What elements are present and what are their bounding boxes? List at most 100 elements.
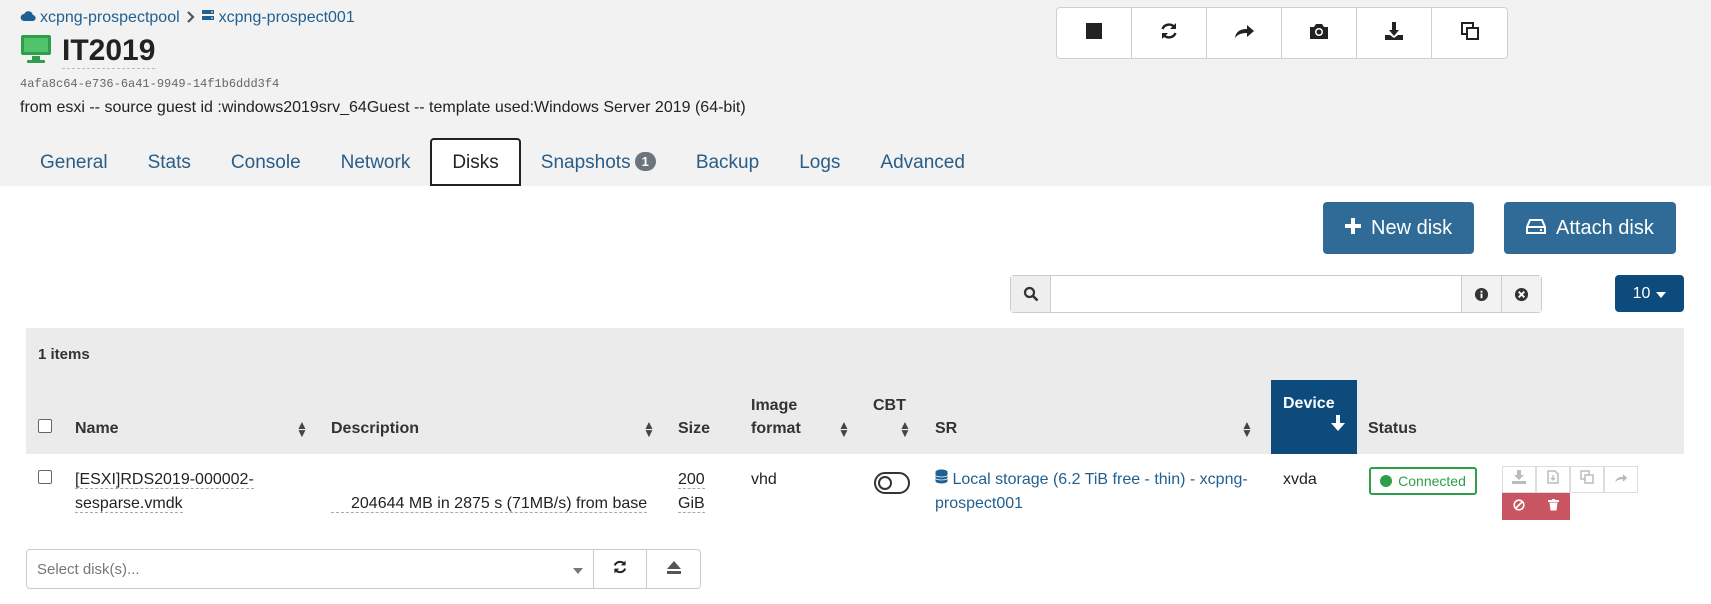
page-size-dropdown[interactable]: 10 [1615,275,1684,312]
sort-icon: ▼ [1241,426,1253,440]
export-button[interactable] [1357,8,1432,58]
attach-disk-button[interactable]: Attach disk [1504,202,1676,254]
column-status[interactable]: Status [1368,417,1417,440]
tab-logs[interactable]: Logs [779,138,860,186]
column-cbt[interactable]: CBT [873,394,906,417]
restart-button[interactable] [1132,8,1207,58]
tab-label: Console [230,152,301,173]
disk-device: xvda [1283,471,1317,488]
caret-down-icon [573,561,583,578]
cloud-icon [20,9,36,27]
vm-description[interactable]: from esxi -- source guest id :windows201… [20,99,746,117]
stop-icon [1085,22,1103,45]
select-disks-dropdown[interactable]: Select disk(s)... [27,550,594,588]
disk-description[interactable]: 204644 MB in 2875 s (71MB/s) from base [331,492,651,516]
bulk-actions: Select disk(s)... [26,549,701,589]
search-icon [1011,276,1051,312]
caret-down-icon [1656,285,1667,303]
hdd-icon [1526,217,1546,240]
row-actions [1502,466,1638,520]
column-sr[interactable]: SR [935,417,957,440]
tab-backup[interactable]: Backup [676,138,779,186]
status-badge[interactable]: Connected [1369,467,1477,495]
column-device-label: Device [1283,395,1335,412]
disk-sr-link[interactable]: Local storage (6.2 TiB free - thin) - xc… [935,468,1265,516]
select-all-checkbox[interactable] [38,419,52,433]
camera-icon [1308,22,1330,45]
breadcrumb-host-link[interactable]: xcpng-prospect001 [219,9,355,27]
disk-image-format: vhd [751,471,777,488]
eject-button[interactable] [647,550,700,588]
chevron-right-icon [186,10,195,26]
breadcrumb: xcpng-prospectpool xcpng-prospect001 [20,9,355,27]
tab-stats[interactable]: Stats [128,138,211,186]
clear-search-icon[interactable] [1501,276,1541,312]
row-checkbox[interactable] [38,470,52,484]
disks-table: 1 items Name ▲ ▼ Description ▲ ▼ Size Im… [26,328,1684,530]
column-image-format-line2[interactable]: format [751,417,801,440]
file-import-icon [1547,470,1559,489]
migrate-disk-button[interactable] [1604,466,1638,493]
new-disk-label: New disk [1371,216,1453,239]
database-icon [935,469,948,488]
column-image-format-line1[interactable]: Image [751,394,797,417]
restart-icon [1159,21,1179,46]
migrate-icon [1233,22,1255,45]
tab-bar: General Stats Console Network Disks Snapshots… [20,138,985,186]
table-row[interactable]: [ESXI]RDS2019-000002- sesparse.vmdk 2046… [26,454,1684,530]
tab-general[interactable]: General [20,138,128,186]
vm-name[interactable]: IT2019 [62,34,156,69]
table-header: 1 items Name ▲ ▼ Description ▲ ▼ Size Im… [26,328,1684,454]
new-disk-button[interactable]: New disk [1323,202,1475,254]
breadcrumb-pool-link[interactable]: xcpng-prospectpool [40,9,180,27]
tab-label: General [40,152,108,173]
attach-disk-label: Attach disk [1556,216,1654,239]
tab-disks[interactable]: Disks [430,138,521,186]
page-size-value: 10 [1632,284,1651,302]
sort-icon: ▼ [643,426,655,440]
tab-console[interactable]: Console [211,138,321,186]
eject-icon [666,560,682,579]
import-disk-button[interactable] [1536,466,1570,493]
tab-label: Advanced [880,152,965,173]
cbt-toggle[interactable] [874,472,910,494]
sort-icon: ▼ [838,426,850,440]
snapshot-count-badge: 1 [634,152,656,171]
disconnect-disk-button[interactable] [1502,493,1536,520]
refresh-button[interactable] [594,550,647,588]
vm-header: xcpng-prospectpool xcpng-prospect001 IT2… [0,0,1711,186]
sort-icon: ▼ [899,426,911,440]
column-device[interactable]: Device [1271,380,1357,454]
column-size[interactable]: Size [678,417,710,440]
copy-disk-button[interactable] [1570,466,1604,493]
search-group [1010,275,1542,313]
export-disk-button[interactable] [1502,466,1536,493]
stop-button[interactable] [1057,8,1132,58]
items-count: 1 items [38,346,90,363]
delete-disk-button[interactable] [1536,493,1570,520]
column-description[interactable]: Description [331,417,419,440]
info-icon[interactable] [1461,276,1501,312]
vm-uuid: 4afa8c64-e736-6a41-9949-14f1b6ddd3f4 [20,77,280,91]
tab-advanced[interactable]: Advanced [860,138,985,186]
tab-label: Backup [695,152,760,173]
server-icon [201,9,215,27]
disk-name[interactable]: [ESXI]RDS2019-000002- sesparse.vmdk [75,468,254,516]
plus-icon [1345,217,1361,240]
tab-network[interactable]: Network [321,138,431,186]
search-input[interactable] [1051,276,1461,312]
vm-action-bar [1056,7,1508,59]
migrate-button[interactable] [1207,8,1282,58]
migrate-icon [1614,471,1628,489]
disk-size[interactable]: 200 GiB [678,468,705,516]
snapshot-button[interactable] [1282,8,1357,58]
column-name[interactable]: Name [75,417,119,440]
copy-icon [1460,21,1480,46]
tab-label: Stats [147,152,191,173]
trash-icon [1547,498,1559,516]
tab-snapshots[interactable]: Snapshots 1 [521,138,676,186]
copy-button[interactable] [1432,8,1507,58]
tab-label: Snapshots [540,152,631,173]
page-title: IT2019 [20,34,156,69]
sort-icon: ▼ [296,426,308,440]
